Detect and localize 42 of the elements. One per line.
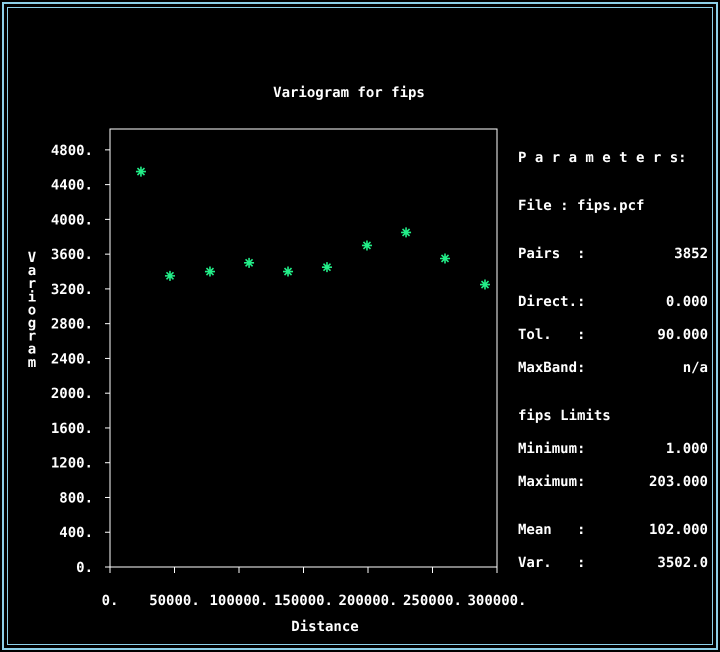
y-tick-label: 2000. <box>50 386 93 402</box>
parameter-value: 90.000 <box>657 326 708 345</box>
x-tick-label: 200000. <box>338 593 398 609</box>
x-axis-title: Distance <box>291 619 359 635</box>
y-tick-label: 3600. <box>50 247 93 264</box>
parameter-text: P a r a m e t e r s: <box>518 149 687 168</box>
parameter-value: 1.000 <box>666 440 708 459</box>
y-tick-label: 1200. <box>50 456 93 472</box>
parameter-label: Maximum: <box>518 473 586 492</box>
y-tick-label: 4000. <box>50 212 93 228</box>
x-tick-label: 250000. <box>403 593 462 609</box>
y-tick-label: 800. <box>59 490 93 506</box>
y-tick-label: 4800. <box>50 142 93 159</box>
chart-title: Variogram for fips <box>273 85 425 101</box>
parameter-label: Direct.: <box>518 293 586 312</box>
x-tick-label: 300000. <box>468 593 526 609</box>
parameter-label: Mean : <box>518 521 586 540</box>
parameter-label: Tol. : <box>518 326 586 345</box>
y-tick-label: 0. <box>76 560 93 576</box>
x-tick-label: 50000. <box>149 593 200 609</box>
parameter-value: 203.000 <box>648 473 708 492</box>
parameter-value: 3852 <box>674 245 708 264</box>
parameter-value: 102.000 <box>648 521 708 540</box>
x-tick-label: 100000. <box>210 593 268 609</box>
parameter-label: Var. : <box>518 554 586 573</box>
x-tick-label: 150000. <box>274 593 333 609</box>
parameter-text: File : fips.pcf <box>518 197 644 216</box>
y-tick-label: 2400. <box>50 351 93 368</box>
y-axis-title: Variogram <box>28 250 36 371</box>
parameter-value: n/a <box>682 359 708 378</box>
parameter-value: 0.000 <box>666 293 708 312</box>
y-tick-label: 2800. <box>50 316 93 333</box>
parameter-label: Minimum: <box>518 440 586 459</box>
y-tick-label: 3200. <box>50 282 93 298</box>
parameter-value: 3502.0 <box>657 554 708 573</box>
parameter-text: fips Limits <box>518 407 611 426</box>
y-tick-label: 1600. <box>50 420 93 437</box>
y-tick-label: 4400. <box>50 178 93 194</box>
parameter-label: MaxBand: <box>518 359 586 378</box>
y-tick-label: 400. <box>59 525 93 542</box>
parameter-label: Pairs : <box>518 245 586 264</box>
x-tick-label: 0. <box>102 593 118 609</box>
